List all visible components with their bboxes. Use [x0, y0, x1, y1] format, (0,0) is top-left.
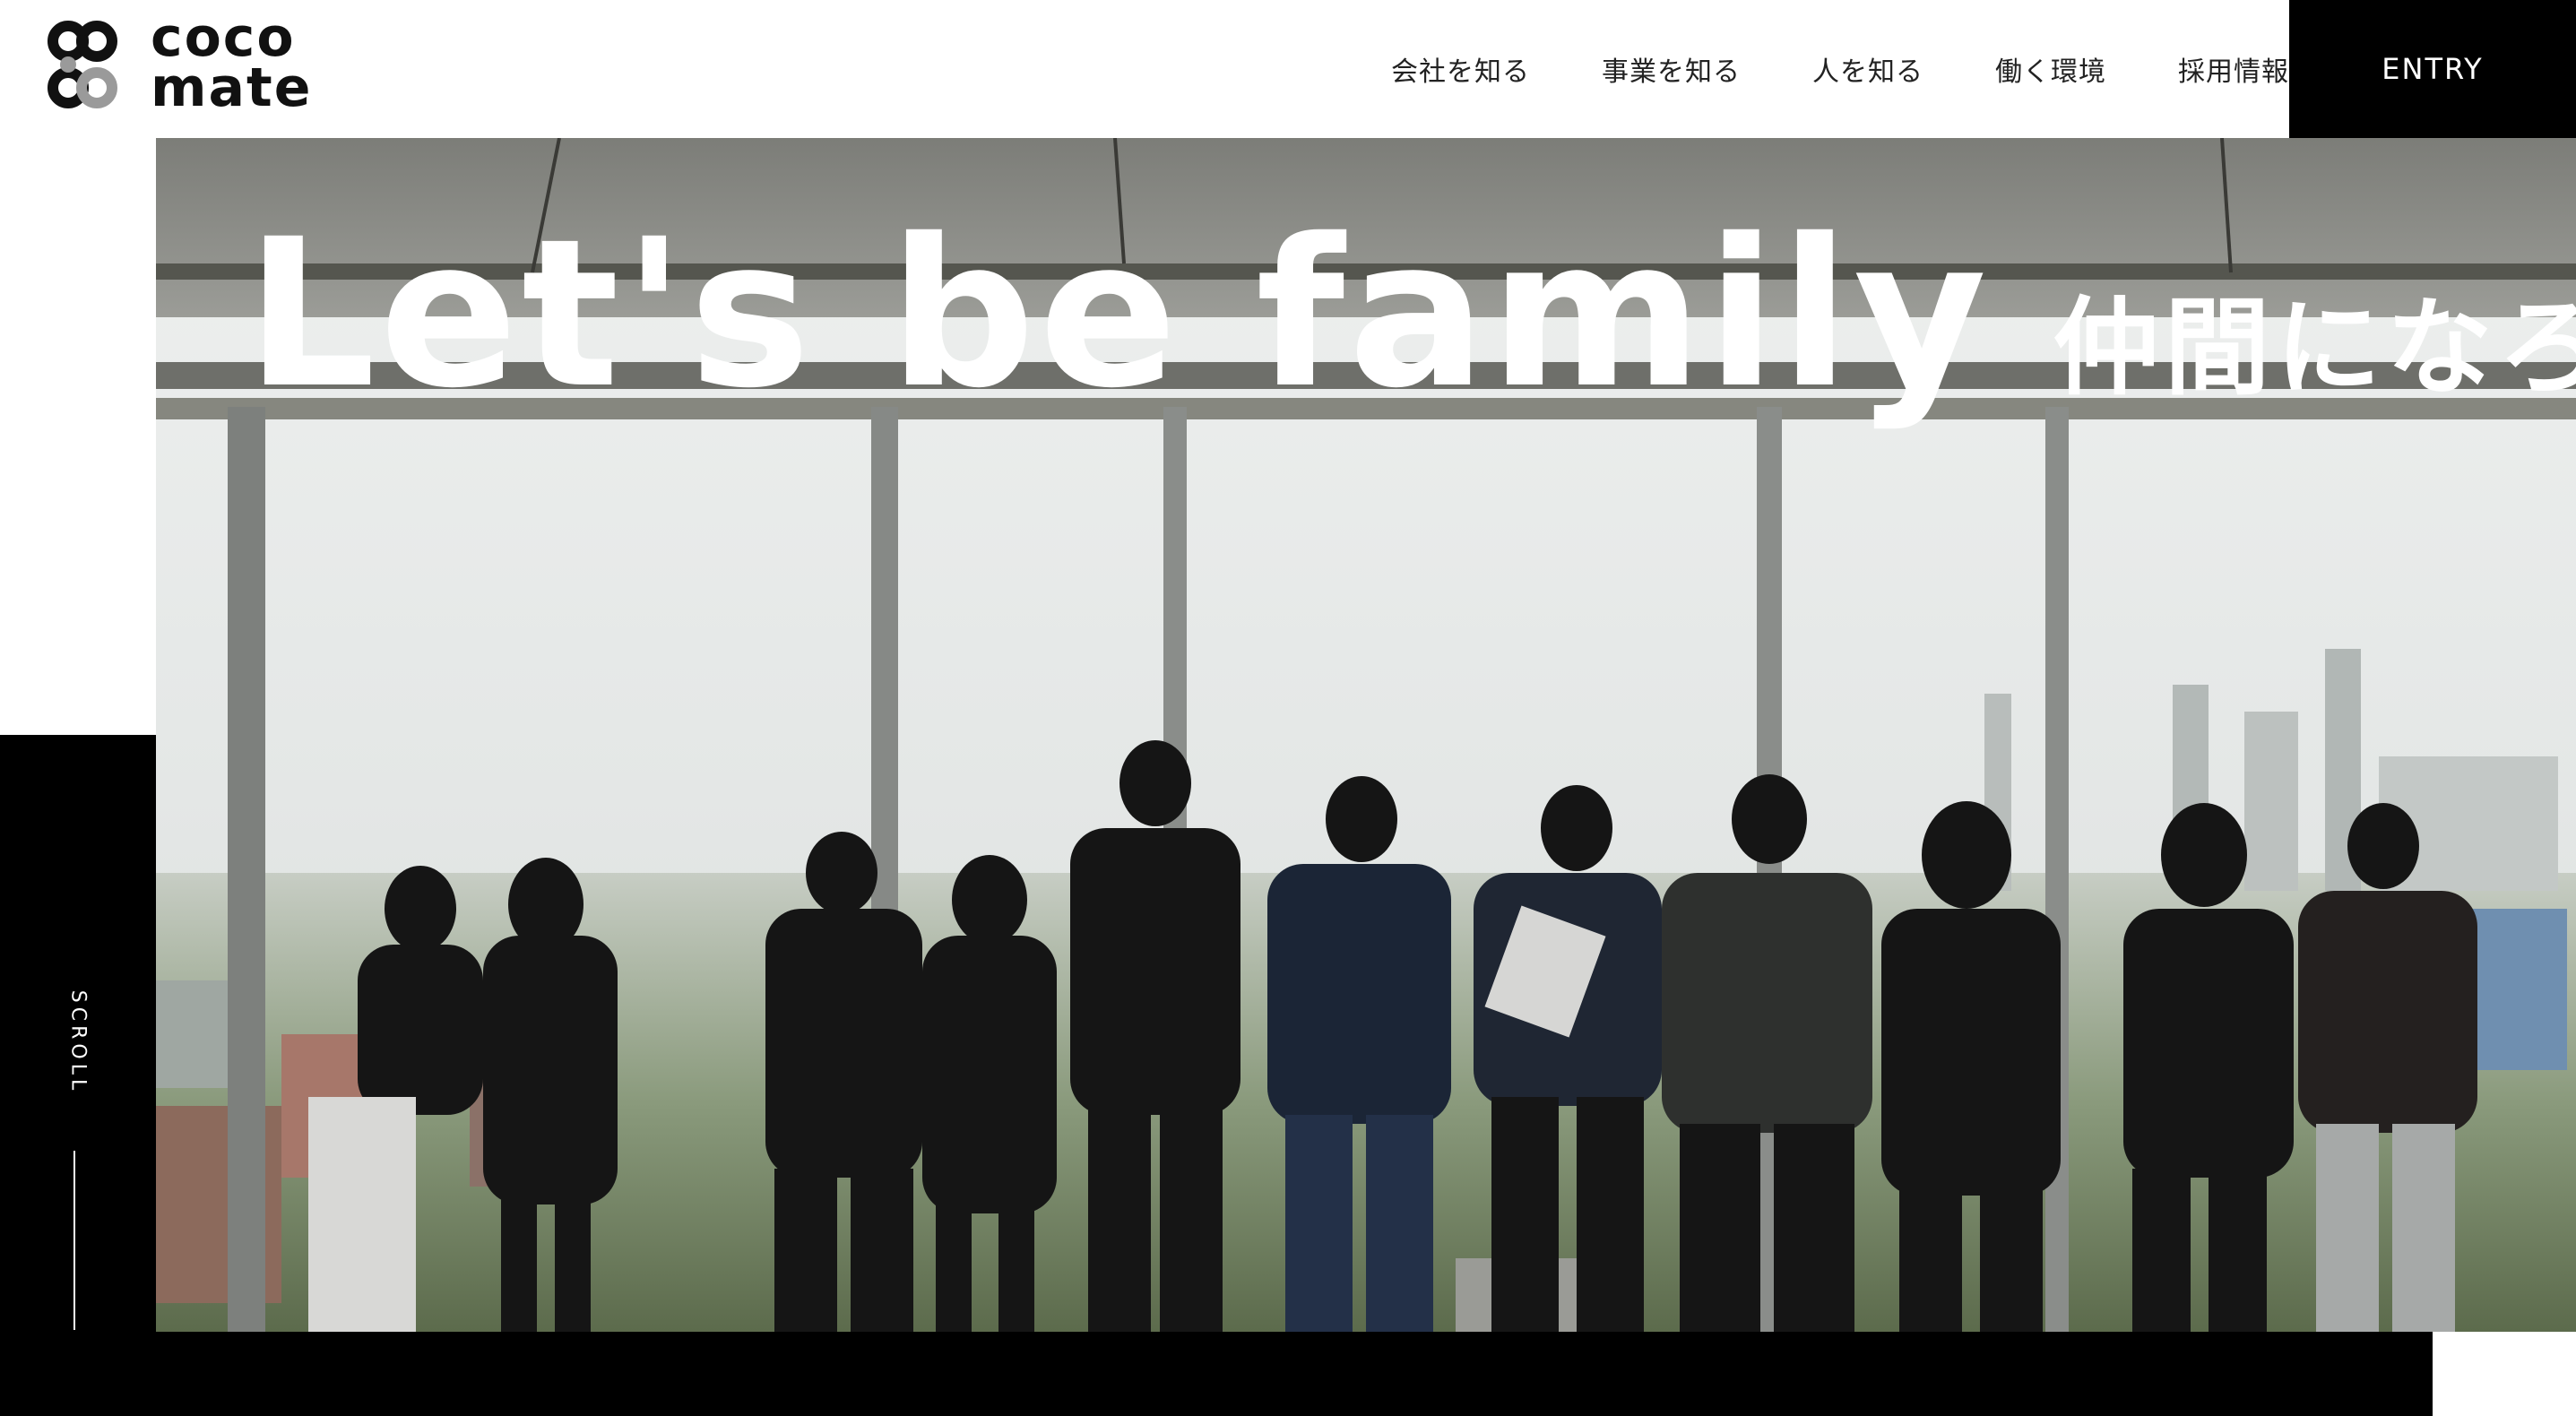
nav-item-business[interactable]: 事業を知る [1602, 49, 1741, 89]
hero-section: Let's be family 仲間になろう [156, 138, 2576, 1332]
logo-line-2: mate [151, 56, 313, 119]
logo[interactable]: coco mate [47, 11, 342, 117]
logo-wordmark: coco mate [151, 6, 313, 119]
scroll-line [73, 1151, 75, 1330]
nav-item-company[interactable]: 会社を知る [1391, 49, 1530, 89]
headline-japanese: 仲間になろう [2053, 286, 2576, 410]
main-nav: 会社を知る 事業を知る 人を知る 働く環境 採用情報 [1391, 0, 2289, 138]
site-header: coco mate 会社を知る 事業を知る 人を知る 働く環境 採用情報 ENT… [0, 0, 2576, 138]
headline-english: Let's be family [246, 194, 1991, 433]
scroll-indicator[interactable]: SCROLL [67, 990, 90, 1094]
hero-headline: Let's be family 仲間になろう [246, 212, 2576, 416]
logo-mark-icon [48, 21, 117, 108]
logo-line-1: coco [151, 6, 296, 69]
nav-item-recruit[interactable]: 採用情報 [2178, 49, 2289, 89]
entry-button[interactable]: ENTRY [2289, 0, 2576, 138]
nav-item-environment[interactable]: 働く環境 [1995, 49, 2106, 89]
next-section-band [0, 1332, 2433, 1416]
nav-item-people[interactable]: 人を知る [1812, 49, 1923, 89]
